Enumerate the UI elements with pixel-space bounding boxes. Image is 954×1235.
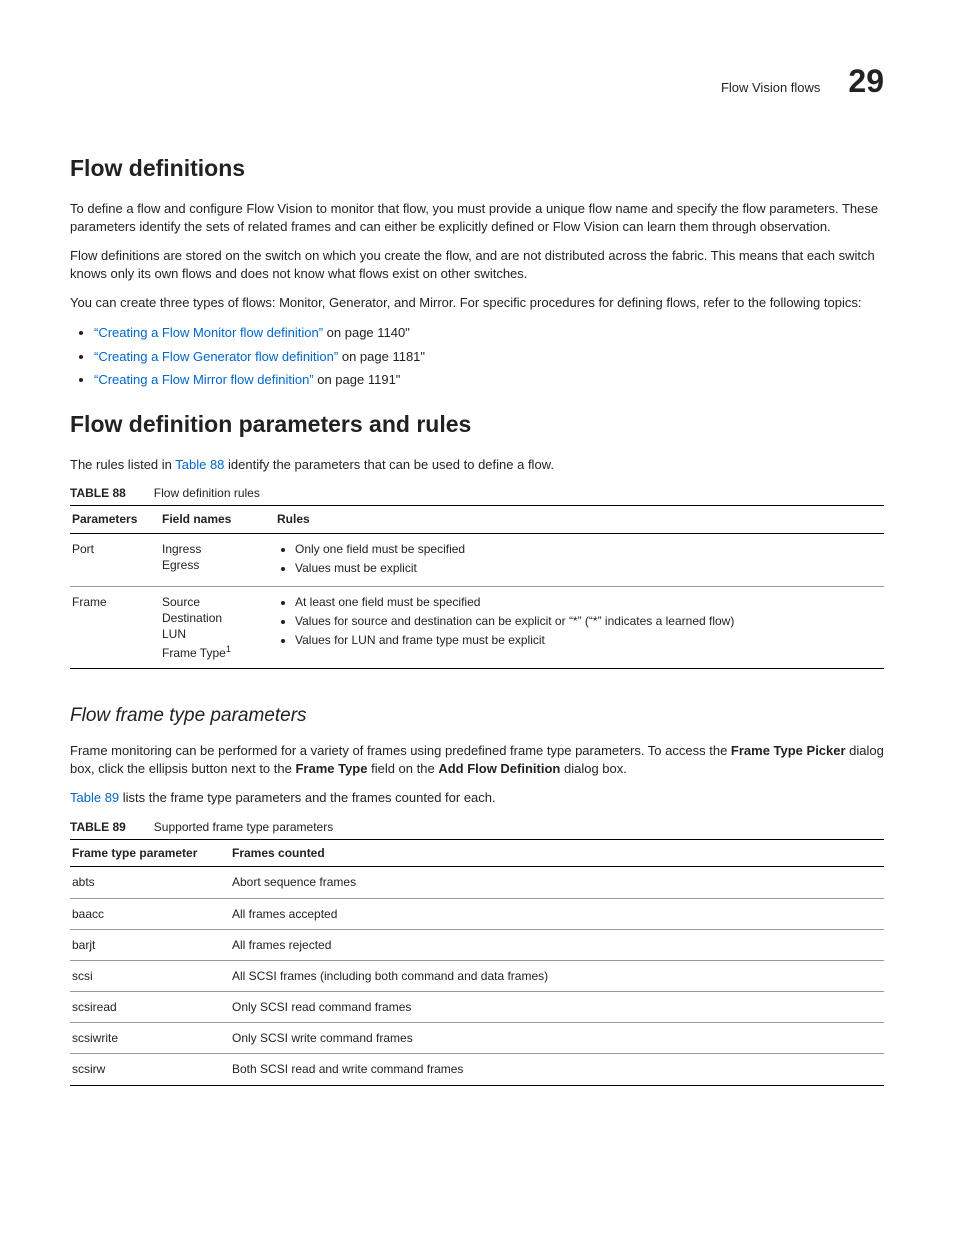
field-name: Ingress <box>162 541 269 557</box>
text: field on the <box>367 761 438 776</box>
rule-item: Values for LUN and frame type must be ex… <box>295 632 878 648</box>
table-row: baaccAll frames accepted <box>70 898 884 929</box>
table-89: Frame type parameter Frames counted abts… <box>70 839 884 1086</box>
cell: scsiwrite <box>70 1023 230 1054</box>
cell: Only SCSI read command frames <box>230 992 884 1023</box>
table-label: TABLE 89 <box>70 820 126 834</box>
cell: All SCSI frames (including both command … <box>230 960 884 991</box>
rule-item: Values must be explicit <box>295 560 878 576</box>
cell: Frame <box>70 586 160 668</box>
cell: All frames rejected <box>230 929 884 960</box>
table-row: scsiwriteOnly SCSI write command frames <box>70 1023 884 1054</box>
rule-item: At least one field must be specified <box>295 594 878 610</box>
table-caption: Flow definition rules <box>154 486 260 500</box>
field-name: Frame Type1 <box>162 643 269 661</box>
cell: Ingress Egress <box>160 533 275 586</box>
table-caption: Supported frame type parameters <box>154 820 333 834</box>
text: dialog box. <box>560 761 627 776</box>
cell: barjt <box>70 929 230 960</box>
xref-link[interactable]: “Creating a Flow Generator flow definiti… <box>94 349 338 364</box>
heading-flow-definition-parameters: Flow definition parameters and rules <box>70 409 884 440</box>
col-header: Parameters <box>70 506 160 533</box>
col-header: Field names <box>160 506 275 533</box>
field-name: Egress <box>162 557 269 573</box>
paragraph: You can create three types of flows: Mon… <box>70 294 884 312</box>
cell: abts <box>70 867 230 898</box>
rule-item: Values for source and destination can be… <box>295 613 878 629</box>
cell: At least one field must be specified Val… <box>275 586 884 668</box>
cell: baacc <box>70 898 230 929</box>
table-row: abtsAbort sequence frames <box>70 867 884 898</box>
table-row: Frame Source Destination LUN Frame Type1… <box>70 586 884 668</box>
ui-term: Frame Type Picker <box>731 743 846 758</box>
xref-link[interactable]: “Creating a Flow Monitor flow definition… <box>94 325 323 340</box>
paragraph: To define a flow and configure Flow Visi… <box>70 200 884 235</box>
table-row: scsireadOnly SCSI read command frames <box>70 992 884 1023</box>
header-section-label: Flow Vision flows <box>721 79 820 97</box>
cell: All frames accepted <box>230 898 884 929</box>
cell: Only one field must be specified Values … <box>275 533 884 586</box>
list-item: “Creating a Flow Generator flow definiti… <box>94 348 884 366</box>
col-header: Frame type parameter <box>70 840 230 867</box>
xref-suffix: on page 1181" <box>338 349 425 364</box>
field-name: Destination <box>162 610 269 626</box>
xref-link[interactable]: “Creating a Flow Mirror flow definition” <box>94 372 314 387</box>
cell: scsiread <box>70 992 230 1023</box>
ui-term: Frame Type <box>295 761 367 776</box>
cell: scsi <box>70 960 230 991</box>
header-chapter-number: 29 <box>848 60 884 103</box>
field-name: LUN <box>162 626 269 642</box>
table-89-title: TABLE 89 Supported frame type parameters <box>70 819 884 835</box>
text: Frame monitoring can be performed for a … <box>70 743 731 758</box>
text: identify the parameters that can be used… <box>224 457 554 472</box>
text: The rules listed in <box>70 457 175 472</box>
cell: scsirw <box>70 1054 230 1085</box>
xref-suffix: on page 1140" <box>323 325 410 340</box>
footnote-ref: 1 <box>226 644 231 654</box>
page-header: Flow Vision flows 29 <box>70 60 884 103</box>
paragraph: The rules listed in Table 88 identify th… <box>70 456 884 474</box>
table-ref-link[interactable]: Table 88 <box>175 457 224 472</box>
cell: Abort sequence frames <box>230 867 884 898</box>
paragraph: Flow definitions are stored on the switc… <box>70 247 884 282</box>
list-item: “Creating a Flow Monitor flow definition… <box>94 324 884 342</box>
cell: Source Destination LUN Frame Type1 <box>160 586 275 668</box>
topic-links-list: “Creating a Flow Monitor flow definition… <box>70 324 884 389</box>
table-row: barjtAll frames rejected <box>70 929 884 960</box>
field-name: Source <box>162 594 269 610</box>
rule-item: Only one field must be specified <box>295 541 878 557</box>
col-header: Rules <box>275 506 884 533</box>
col-header: Frames counted <box>230 840 884 867</box>
table-88-title: TABLE 88 Flow definition rules <box>70 485 884 501</box>
heading-flow-frame-type-parameters: Flow frame type parameters <box>70 703 884 729</box>
paragraph: Frame monitoring can be performed for a … <box>70 742 884 777</box>
ui-term: Add Flow Definition <box>438 761 560 776</box>
cell: Only SCSI write command frames <box>230 1023 884 1054</box>
table-88: Parameters Field names Rules Port Ingres… <box>70 505 884 668</box>
cell: Both SCSI read and write command frames <box>230 1054 884 1085</box>
table-label: TABLE 88 <box>70 486 126 500</box>
table-row: scsirwBoth SCSI read and write command f… <box>70 1054 884 1085</box>
table-ref-link[interactable]: Table 89 <box>70 790 119 805</box>
text: Frame Type <box>162 646 226 660</box>
table-row: scsiAll SCSI frames (including both comm… <box>70 960 884 991</box>
xref-suffix: on page 1191" <box>314 372 401 387</box>
paragraph: Table 89 lists the frame type parameters… <box>70 789 884 807</box>
text: lists the frame type parameters and the … <box>119 790 495 805</box>
table-row: Port Ingress Egress Only one field must … <box>70 533 884 586</box>
list-item: “Creating a Flow Mirror flow definition”… <box>94 371 884 389</box>
cell: Port <box>70 533 160 586</box>
heading-flow-definitions: Flow definitions <box>70 153 884 184</box>
